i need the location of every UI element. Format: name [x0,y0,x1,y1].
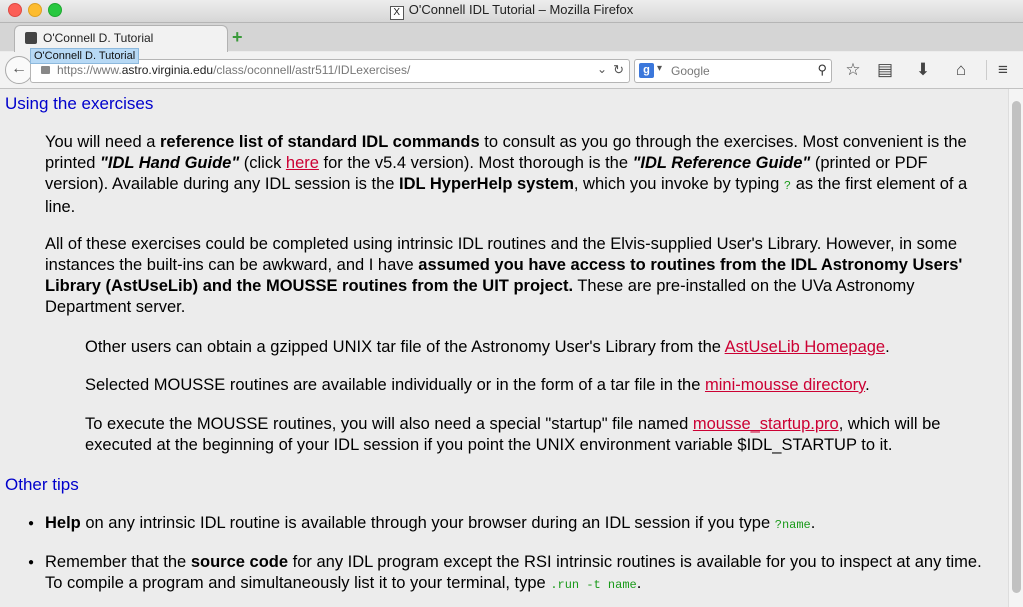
lock-icon [41,66,50,74]
here-link[interactable]: here [286,154,319,172]
tab-tooltip: O'Connell D. Tutorial [30,48,140,64]
bookmark-star-icon[interactable]: ☆ [843,60,863,80]
toolbar-separator [986,60,987,80]
window-title-bar: X O'Connell IDL Tutorial – Mozilla Firefo… [0,0,1023,23]
chevron-down-icon[interactable]: ⌄ [597,62,607,76]
paragraph-startup: To execute the MOUSSE routines, you will… [85,415,941,454]
search-placeholder: Google [671,64,710,78]
window-title: O'Connell IDL Tutorial – Mozilla Firefox [408,2,634,17]
url-text: https://www.astro.virginia.edu/class/oco… [57,63,411,77]
home-icon[interactable]: ⌂ [951,60,971,80]
x11-icon: X [389,6,404,20]
bullet-icon: ● [28,518,35,529]
new-tab-button[interactable]: + [232,27,243,48]
section-heading-using: Using the exercises [5,94,154,113]
paragraph-libraries: All of these exercises could be complete… [45,235,963,316]
engine-dropdown-icon[interactable]: ▾ [657,63,662,74]
bookmarks-list-icon[interactable]: ▤ [875,60,895,80]
section-heading-tips: Other tips [5,475,79,494]
paragraph-reference: You will need a reference list of standa… [45,133,968,216]
mousse-startup-link[interactable]: mousse_startup.pro [693,415,839,433]
tip-help: Help on any intrinsic IDL routine is ava… [45,514,816,532]
tab-label: O'Connell D. Tutorial [43,31,154,45]
google-engine-icon[interactable]: g [639,63,654,78]
bullet-icon: ● [28,557,35,568]
astuselib-homepage-link[interactable]: AstUseLib Homepage [725,338,886,356]
vertical-scrollbar[interactable] [1008,89,1023,607]
reload-icon[interactable]: ↻ [613,62,624,78]
menu-icon[interactable]: ≡ [993,60,1013,80]
tab-strip: O'Connell D. Tutorial + [0,23,1023,52]
search-binoculars-icon[interactable]: ⚲ [817,62,827,78]
paragraph-astuselib: Other users can obtain a gzipped UNIX ta… [85,338,890,356]
page-favicon-icon [25,32,37,44]
paragraph-mousse: Selected MOUSSE routines are available i… [85,376,870,394]
page-content: Using the exercises You will need a refe… [0,89,1008,607]
scrollbar-thumb[interactable] [1012,101,1021,593]
tip-source: Remember that the source code for any ID… [45,553,982,592]
navigation-toolbar: ← https://www.astro.virginia.edu/class/o… [0,52,1023,89]
back-button[interactable]: ← [5,56,33,84]
download-icon[interactable]: ⬇ [913,60,933,80]
mini-mousse-link[interactable]: mini-mousse directory [705,376,865,394]
back-arrow-icon: ← [11,60,27,77]
search-bar[interactable]: g ▾ Google ⚲ [634,59,832,83]
